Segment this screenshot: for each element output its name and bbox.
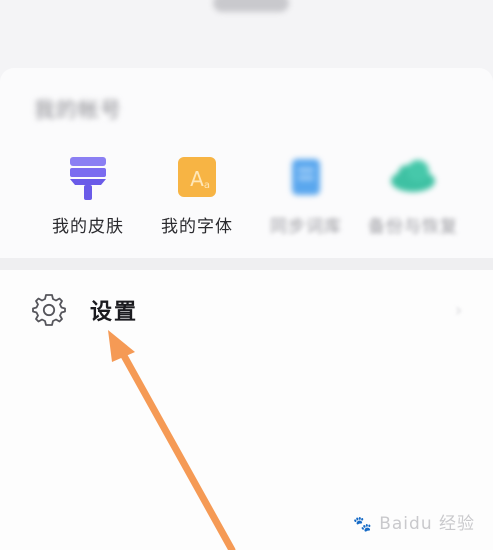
chevron-right-icon: › [455,300,463,321]
tool-my-font[interactable]: A a 我的字体 [142,155,252,245]
tool-backup-restore[interactable]: 备份与恢复 [358,155,468,245]
tool-label: 备份与恢复 [368,217,458,237]
settings-section: 设置 › [0,270,493,550]
watermark-text: Baidu 经验 [379,514,475,534]
gear-icon [32,292,66,326]
tool-sync-dictionary[interactable]: 同步词库 [251,155,361,245]
settings-menu-item[interactable]: 设置 › [0,288,493,338]
section-divider [0,258,493,270]
paw-icon: 🐾 [353,515,373,533]
svg-text:A: A [190,167,204,191]
tool-my-skin[interactable]: 我的皮肤 [33,155,143,245]
baidu-watermark: 🐾 Baidu 经验 [353,509,475,534]
svg-text:a: a [204,180,210,191]
drag-handle[interactable] [213,0,289,12]
brush-icon [63,155,113,201]
screen: 我的帐号 我的皮肤 A a 我的字体 同步词库 备份与恢复 设置 › 🐾 Bai… [0,0,493,550]
font-icon: A a [172,155,222,201]
tool-label: 我的皮肤 [52,217,124,237]
tool-label: 我的字体 [161,217,233,237]
cloud-icon [388,155,438,201]
tool-label: 同步词库 [270,217,342,237]
account-section-title: 我的帐号 [34,98,122,122]
settings-label: 设置 [90,299,139,325]
sync-dict-icon [281,155,331,201]
